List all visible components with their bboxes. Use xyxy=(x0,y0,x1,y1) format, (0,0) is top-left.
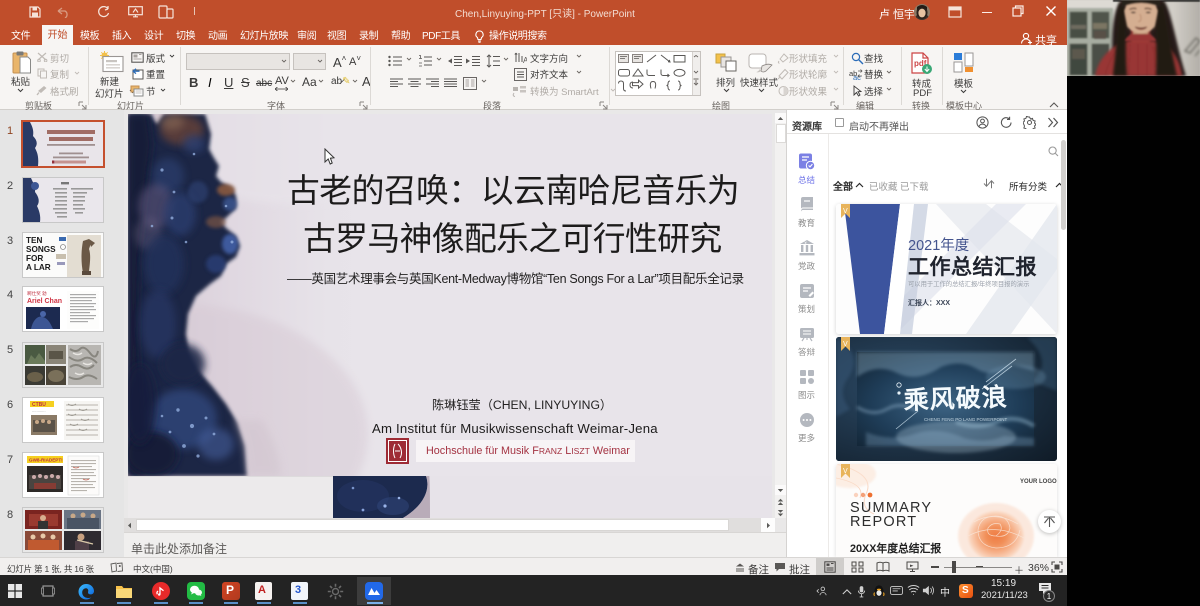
svg-text:V: V xyxy=(843,468,848,475)
svg-text:ac: ac xyxy=(853,73,861,80)
svg-text:汇报人：XXX: 汇报人：XXX xyxy=(908,298,950,307)
svg-text:REPORT: REPORT xyxy=(850,514,917,530)
svg-text:CHENG FENG PO LANG POWERPOINT: CHENG FENG PO LANG POWERPOINT xyxy=(924,417,1008,422)
svg-text:A: A xyxy=(523,56,527,64)
svg-text:TEN: TEN xyxy=(26,236,42,245)
svg-text:Ariel Chan: Ariel Chan xyxy=(27,298,62,305)
svg-text:A LAR: A LAR xyxy=(26,263,51,272)
svg-text:CTBU: CTBU xyxy=(32,402,46,408)
svg-text:可以用于工作的总结汇报/年终项目报的演示: 可以用于工作的总结汇报/年终项目报的演示 xyxy=(908,279,1029,288)
svg-text:乘风破浪: 乘风破浪 xyxy=(903,382,1008,415)
svg-text:20XX年度总结汇报: 20XX年度总结汇报 xyxy=(850,541,941,555)
svg-text:V: V xyxy=(843,341,848,348)
svg-text:SONGS: SONGS xyxy=(26,245,56,254)
svg-text:2021年度: 2021年度 xyxy=(908,237,969,254)
svg-text:V: V xyxy=(843,208,848,215)
svg-text:工作总结汇报: 工作总结汇报 xyxy=(908,255,1037,279)
svg-text:YOUR LOGO: YOUR LOGO xyxy=(1020,479,1057,485)
svg-text:GW8-RIADEPT!: GW8-RIADEPT! xyxy=(29,458,63,463)
svg-text:⋯⋯⋯⋯: ⋯⋯⋯⋯ xyxy=(32,410,46,414)
svg-text:啊仕奖 勃: 啊仕奖 勃 xyxy=(27,290,47,297)
svg-text:FOR: FOR xyxy=(26,254,43,263)
